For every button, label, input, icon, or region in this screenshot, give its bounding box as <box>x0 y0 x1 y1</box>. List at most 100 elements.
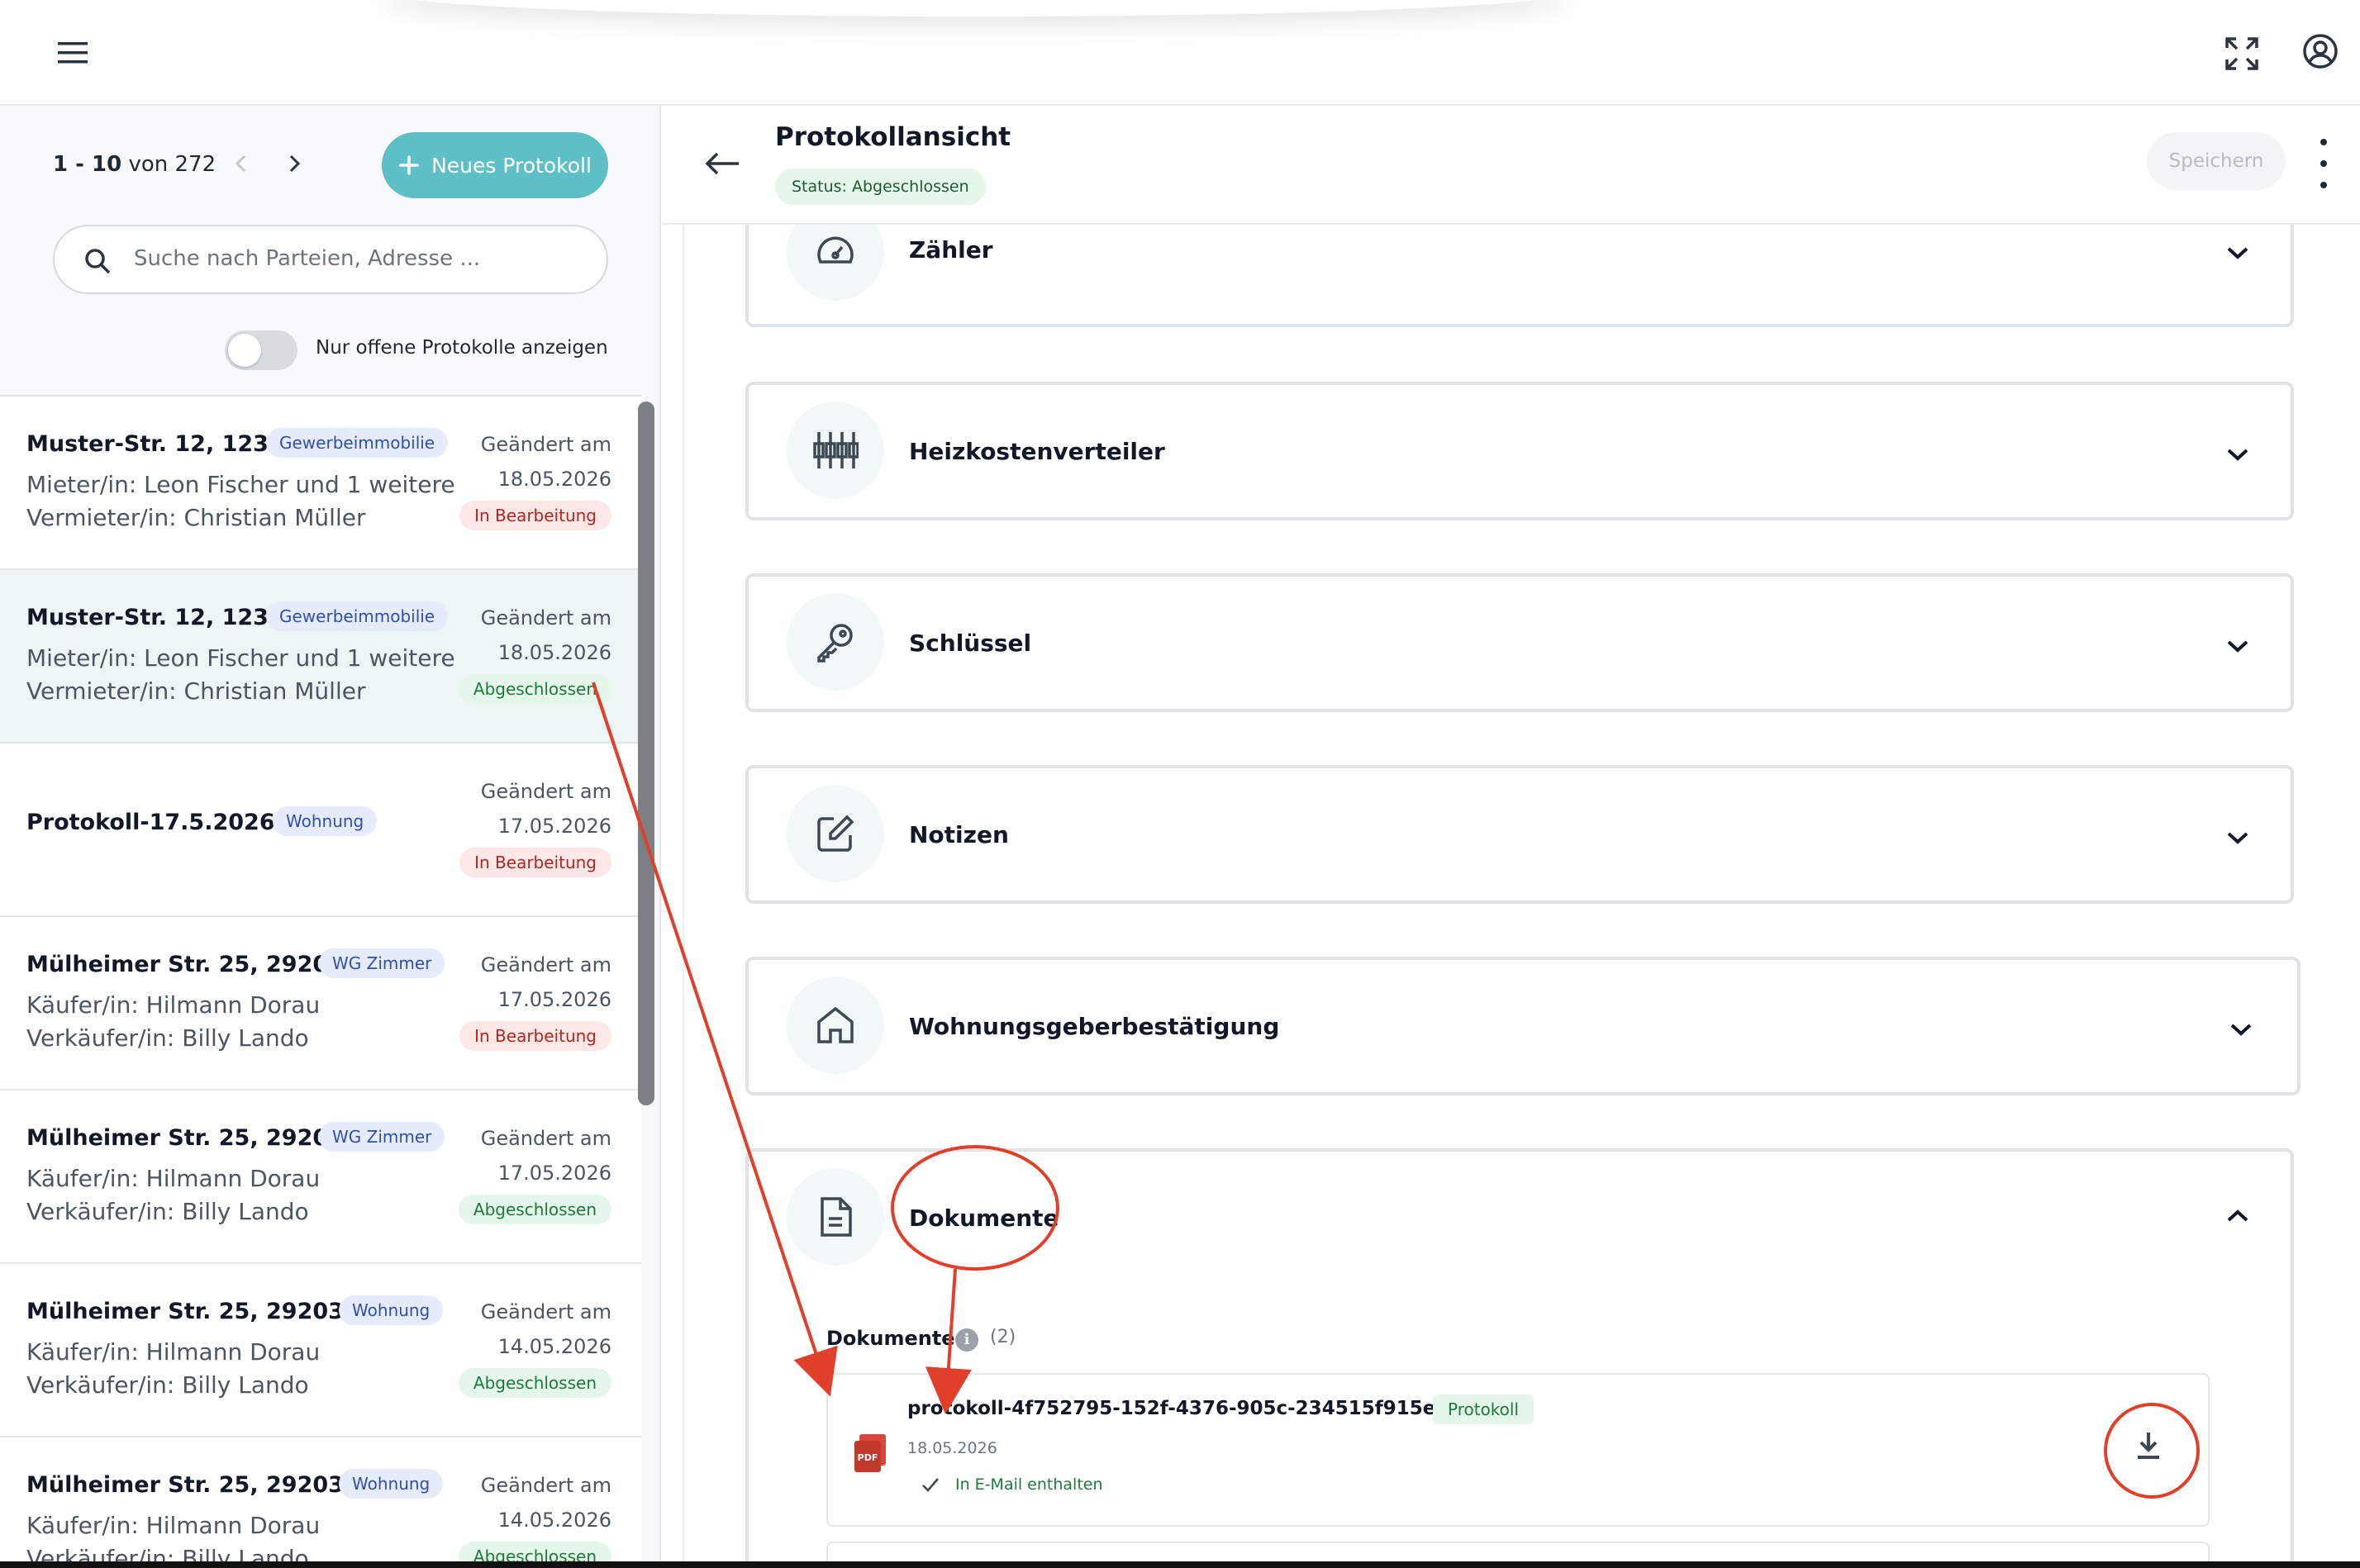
changed-label: Geändert am <box>480 1474 611 1497</box>
type-badge: Gewerbeimmobilie <box>266 428 449 458</box>
section-wohnungsgeberbestaetigung[interactable]: Wohnungsgeberbestätigung <box>745 957 2301 1095</box>
list-item[interactable]: Mülheimer Str. 25, 29203 ... Wohnung Käu… <box>0 1262 641 1436</box>
document-filename[interactable]: protokoll-4f752795-152f-4376-905c-234515… <box>907 1398 1492 1419</box>
item-line-1: Mieter/in: Leon Fischer und 1 weitere <box>26 644 455 672</box>
list-item[interactable]: Muster-Str. 12, 123... Gewerbeimmobilie … <box>0 395 641 568</box>
section-label[interactable]: Dokumente <box>909 1205 1059 1232</box>
open-protocols-toggle[interactable] <box>225 330 297 370</box>
search-input[interactable]: Suche nach Parteien, Adresse ... <box>53 225 608 294</box>
documents-count: (2) <box>990 1327 1016 1347</box>
list-item-selected[interactable]: Muster-Str. 12, 123... Gewerbeimmobilie … <box>0 568 641 742</box>
status-label: Status: <box>792 178 847 196</box>
item-line-1: Käufer/in: Hilmann Dorau <box>26 1165 321 1192</box>
status-value: Abgeschlossen <box>852 178 969 196</box>
item-title: Muster-Str. 12, 123... <box>26 431 294 457</box>
section-zaehler[interactable]: Zähler <box>745 225 2294 327</box>
item-line-2: Vermieter/in: Christian Müller <box>26 677 366 705</box>
top-shadow-decoration <box>380 0 1570 17</box>
protocol-header: Protokollansicht Status: Abgeschlossen S… <box>663 106 2360 225</box>
status-badge: Status: Abgeschlossen <box>775 169 986 205</box>
previous-page-icon[interactable] <box>225 147 258 180</box>
changed-label: Geändert am <box>480 953 611 976</box>
changed-date: 17.05.2026 <box>497 1162 611 1185</box>
hamburger-menu-icon[interactable] <box>53 36 93 69</box>
item-line-2: Vermieter/in: Christian Müller <box>26 504 366 531</box>
list-item[interactable]: Mülheimer Str. 25, 29203 ... Wohnung Käu… <box>0 1436 641 1568</box>
document-icon <box>787 1168 884 1266</box>
section-schluessel[interactable]: Schlüssel <box>745 573 2294 712</box>
download-icon[interactable] <box>2125 1423 2172 1469</box>
item-title: Muster-Str. 12, 123... <box>26 605 294 630</box>
user-account-icon[interactable] <box>2301 31 2340 71</box>
status-badge: Abgeschlossen <box>458 1195 611 1224</box>
item-line-2: Verkäufer/in: Billy Lando <box>26 1024 309 1052</box>
email-included-note: In E-Mail enthalten <box>955 1475 1103 1494</box>
section-label: Zähler <box>909 236 993 264</box>
fullscreen-icon[interactable] <box>2223 35 2261 73</box>
chevron-down-icon[interactable] <box>2224 441 2251 468</box>
status-badge: In Bearbeitung <box>459 848 611 877</box>
changed-date: 18.05.2026 <box>497 468 611 491</box>
chevron-down-icon[interactable] <box>2224 824 2251 851</box>
list-item[interactable]: Mülheimer Str. 25, 2920... WG Zimmer Käu… <box>0 1089 641 1262</box>
pdf-icon-text: PDF <box>858 1452 878 1463</box>
type-badge: Wohnung <box>339 1295 444 1325</box>
type-badge: WG Zimmer <box>319 948 445 978</box>
document-tag: Protokoll <box>1433 1395 1534 1424</box>
document-item[interactable]: PDF protokoll-4f752795-152f-4376-905c-23… <box>826 1373 2210 1527</box>
changed-label: Geändert am <box>480 433 611 456</box>
section-notizen[interactable]: Notizen <box>745 765 2294 904</box>
section-label: Schlüssel <box>909 630 1032 657</box>
chevron-up-icon[interactable] <box>2224 1203 2251 1229</box>
pagination-total: 272 <box>174 152 216 177</box>
type-badge: WG Zimmer <box>319 1122 445 1152</box>
status-badge: In Bearbeitung <box>459 1021 611 1051</box>
list-scrollbar[interactable] <box>638 402 654 1105</box>
chevron-down-icon[interactable] <box>2224 633 2251 659</box>
key-icon <box>787 593 884 691</box>
home-icon <box>787 976 884 1074</box>
documents-heading: Dokumente <box>826 1327 955 1350</box>
edit-note-icon <box>787 785 884 882</box>
bottom-edge <box>0 1561 2360 1568</box>
chevron-down-icon[interactable] <box>2228 1016 2254 1043</box>
new-protocol-button[interactable]: Neues Protokoll <box>382 132 608 198</box>
section-heizkostenverteiler[interactable]: Heizkostenverteiler <box>745 382 2294 520</box>
changed-label: Geändert am <box>480 606 611 630</box>
search-icon <box>85 249 111 274</box>
info-icon[interactable]: i <box>955 1328 978 1352</box>
changed-date: 14.05.2026 <box>497 1509 611 1532</box>
pdf-icon: PDF <box>853 1434 887 1474</box>
changed-date: 18.05.2026 <box>497 641 611 664</box>
more-options-icon[interactable] <box>2317 139 2330 188</box>
list-item[interactable]: Protokoll-17.5.2026-2 Wohnung Geändert a… <box>0 742 641 915</box>
section-label: Wohnungsgeberbestätigung <box>909 1013 1280 1040</box>
back-arrow-icon[interactable] <box>702 147 742 180</box>
protocol-list: Muster-Str. 12, 123... Gewerbeimmobilie … <box>0 395 641 1568</box>
plus-icon <box>399 155 419 175</box>
item-line-1: Käufer/in: Hilmann Dorau <box>26 1338 321 1366</box>
list-item[interactable]: Mülheimer Str. 25, 2920... WG Zimmer Käu… <box>0 915 641 1089</box>
type-badge: Wohnung <box>273 806 378 836</box>
search-placeholder: Suche nach Parteien, Adresse ... <box>134 246 481 271</box>
chevron-down-icon[interactable] <box>2224 240 2251 266</box>
changed-date: 14.05.2026 <box>497 1335 611 1358</box>
new-protocol-label: Neues Protokoll <box>431 153 592 178</box>
next-page-icon[interactable] <box>278 147 311 180</box>
item-title: Mülheimer Str. 25, 29203 ... <box>26 1472 378 1498</box>
toggle-knob <box>228 334 261 367</box>
changed-date: 17.05.2026 <box>497 988 611 1011</box>
protocol-sections: Zähler Heizkostenverteiler Schlüssel Not… <box>683 225 2335 1568</box>
changed-label: Geändert am <box>480 1300 611 1323</box>
toggle-label: Nur offene Protokolle anzeigen <box>316 337 608 359</box>
changed-label: Geändert am <box>480 780 611 803</box>
top-bar <box>0 0 2360 106</box>
changed-label: Geändert am <box>480 1127 611 1150</box>
item-line-2: Verkäufer/in: Billy Lando <box>26 1198 309 1225</box>
item-line-2: Verkäufer/in: Billy Lando <box>26 1371 309 1399</box>
item-line-1: Käufer/in: Hilmann Dorau <box>26 1512 321 1539</box>
gauge-icon <box>787 225 884 301</box>
save-button[interactable]: Speichern <box>2147 132 2286 190</box>
type-badge: Wohnung <box>339 1469 444 1499</box>
status-badge: Abgeschlossen <box>458 1368 611 1398</box>
